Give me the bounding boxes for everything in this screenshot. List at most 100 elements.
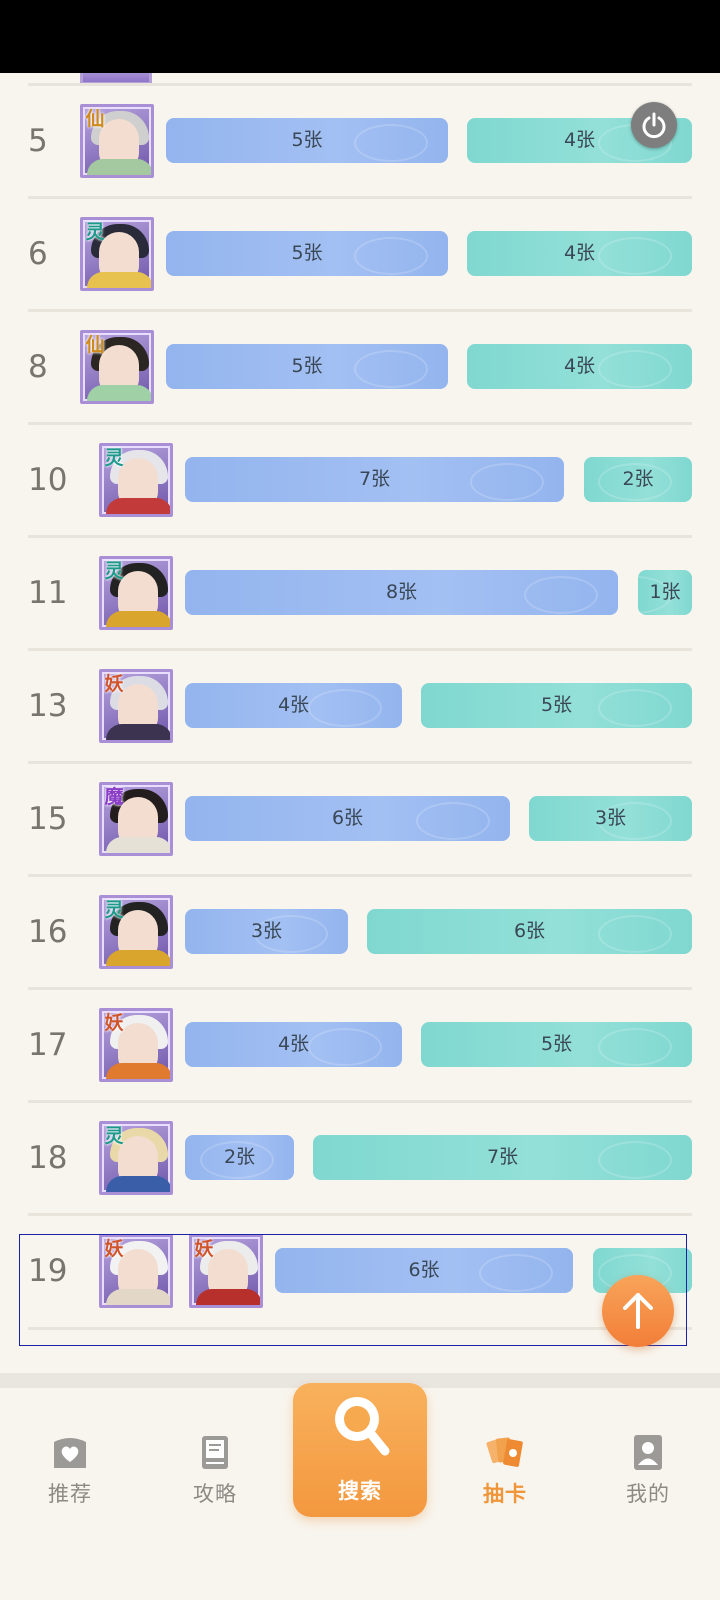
list-item[interactable]: 5 仙 5张 4张 [0, 85, 720, 197]
blue-count-label: 2张 [223, 1146, 256, 1168]
character-avatar[interactable]: 灵 [99, 895, 173, 969]
teal-count-label: 5张 [540, 1033, 573, 1055]
teal-count-label: 6张 [513, 920, 546, 942]
teal-count-label: 4张 [563, 242, 596, 264]
arrow-up-icon [623, 1293, 653, 1329]
rank-number: 18 [28, 1140, 68, 1176]
avatar-robe [106, 724, 170, 740]
list-item[interactable]: 8 仙 5张 4张 [0, 311, 720, 423]
blue-count-bar: 2张 [185, 1135, 294, 1180]
blue-count-label: 4张 [277, 1033, 310, 1055]
list-item[interactable]: 6 灵 5张 4张 [0, 198, 720, 310]
rank-number: 15 [28, 801, 68, 837]
blue-count-label: 5张 [291, 355, 323, 377]
blue-count-label: 7张 [358, 468, 391, 490]
tab-recommend[interactable]: 推荐 [5, 1388, 135, 1506]
character-avatar[interactable]: 魔 [99, 782, 173, 856]
teal-count-bar: 4张 [467, 231, 692, 276]
teal-count-label: 2张 [622, 468, 654, 490]
teal-count-bar: 7张 [313, 1135, 692, 1180]
blue-count-bar: 6张 [185, 796, 510, 841]
teal-count-bar: 1张 [638, 570, 692, 615]
search-icon [335, 1397, 390, 1456]
list-item[interactable]: 16 灵 3张 6张 [0, 876, 720, 988]
teal-count-bar: 4张 [467, 344, 692, 389]
character-avatar[interactable]: 妖 [99, 1234, 173, 1308]
blue-count-label: 6张 [408, 1259, 440, 1281]
rank-number: 10 [28, 462, 68, 498]
character-avatar[interactable]: 妖 [99, 669, 173, 743]
rank-number: 17 [28, 1027, 68, 1063]
blue-count-bar: 3张 [185, 909, 348, 954]
blue-count-bar: 4张 [185, 683, 402, 728]
avatar-robe [106, 1289, 170, 1305]
tab-profile[interactable]: 我的 [583, 1388, 713, 1506]
card-draw-list[interactable]: 5 仙 5张 4张 6 灵 5张 4张 8 仙 5张 4张 10 灵 7张 2张 11 灵 8张 1张 13 妖 4张 5张 1… [0, 73, 720, 1373]
character-avatar[interactable]: 灵 [99, 556, 173, 630]
blue-count-label: 4张 [277, 694, 310, 716]
faction-badge: 妖 [104, 673, 124, 695]
teal-count-bar: 2张 [584, 457, 692, 502]
power-icon [642, 112, 666, 139]
faction-badge: 仙 [85, 334, 105, 356]
blue-count-label: 5张 [291, 129, 323, 151]
avatar-robe [106, 1176, 170, 1192]
blue-count-bar: 4张 [185, 1022, 402, 1067]
faction-badge: 灵 [104, 560, 124, 582]
tab-label: 推荐 [48, 1482, 92, 1506]
teal-count-label: 4张 [563, 355, 596, 377]
tab-label: 攻略 [193, 1482, 237, 1506]
blue-count-bar: 5张 [166, 231, 448, 276]
blue-count-label: 8张 [385, 581, 418, 603]
tab-guide[interactable]: 攻略 [150, 1388, 280, 1506]
tab-card-draw[interactable]: 抽卡 [440, 1388, 570, 1506]
character-avatar[interactable]: 灵 [99, 443, 173, 517]
avatar-robe [87, 272, 151, 288]
list-item[interactable]: 15 魔 6张 3张 [0, 763, 720, 875]
character-avatar[interactable]: 仙 [80, 330, 154, 404]
teal-count-label: 1张 [649, 581, 681, 603]
character-avatar[interactable]: 仙 [80, 104, 154, 178]
blue-count-bar: 6张 [275, 1248, 573, 1293]
tab-label: 抽卡 [483, 1482, 527, 1506]
rank-number: 5 [28, 123, 48, 159]
character-avatar[interactable]: 妖 [99, 1008, 173, 1082]
heart-book-icon [54, 1438, 86, 1468]
list-item[interactable]: 18 灵 2张 7张 [0, 1102, 720, 1214]
character-avatar[interactable]: 灵 [80, 217, 154, 291]
list-item[interactable]: 17 妖 4张 5张 [0, 989, 720, 1101]
avatar-robe [106, 1063, 170, 1079]
profile-icon [634, 1435, 662, 1470]
cards-icon [486, 1437, 523, 1467]
rank-number: 6 [28, 236, 48, 272]
faction-badge: 灵 [104, 447, 124, 469]
list-item[interactable]: 10 灵 7张 2张 [0, 424, 720, 536]
scroll-to-top-button[interactable] [602, 1275, 674, 1347]
power-button[interactable] [631, 102, 677, 148]
blue-count-bar: 5张 [166, 118, 448, 163]
teal-count-label: 4张 [563, 129, 596, 151]
teal-count-bar: 5张 [421, 1022, 692, 1067]
faction-badge: 妖 [104, 1238, 124, 1260]
character-avatar[interactable]: 妖 [189, 1234, 263, 1308]
list-item[interactable]: 13 妖 4张 5张 [0, 650, 720, 762]
rank-number: 11 [28, 575, 68, 611]
tab-search[interactable]: 搜索 [293, 1383, 427, 1517]
teal-count-bar: 3张 [529, 796, 692, 841]
avatar-robe [196, 1289, 260, 1305]
list-item[interactable]: 11 灵 8张 1张 [0, 537, 720, 649]
faction-badge: 灵 [85, 221, 105, 243]
character-avatar[interactable]: 灵 [99, 1121, 173, 1195]
rank-number: 13 [28, 688, 68, 724]
rank-number: 19 [28, 1253, 68, 1289]
rank-number: 8 [28, 349, 48, 385]
avatar-robe [106, 837, 170, 853]
avatar-robe [106, 950, 170, 966]
tab-label: 搜索 [338, 1479, 382, 1503]
teal-count-bar: 6张 [367, 909, 692, 954]
avatar-robe [106, 611, 170, 627]
faction-badge: 妖 [194, 1238, 214, 1260]
faction-badge: 妖 [104, 1012, 124, 1034]
avatar-robe [106, 498, 170, 514]
teal-count-label: 3张 [594, 807, 627, 829]
